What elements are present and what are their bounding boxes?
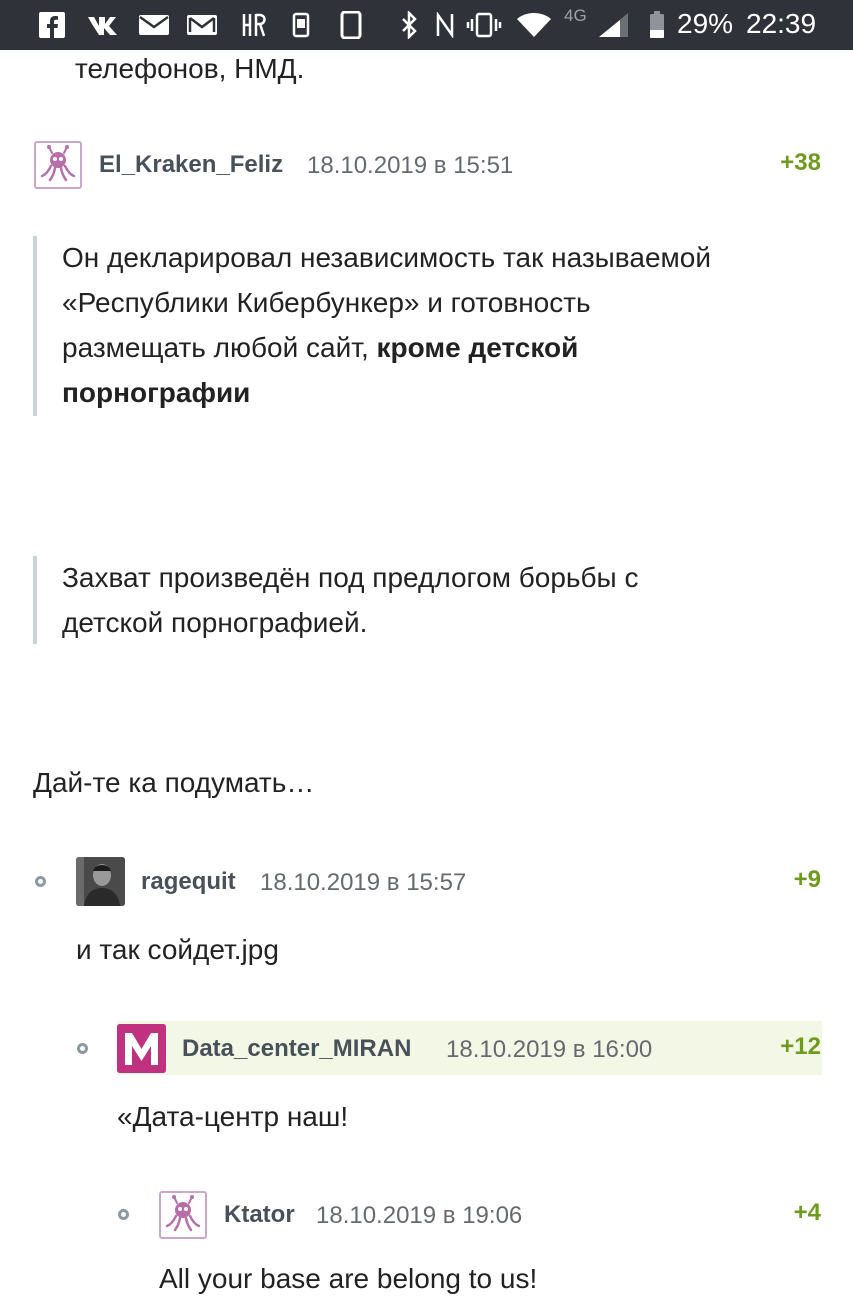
facebook-icon	[38, 12, 66, 38]
vibrate-icon	[466, 12, 502, 38]
comment-text: All your base are belong to us!	[159, 1263, 538, 1294]
comment-date[interactable]: 18.10.2019 в 19:06	[316, 1202, 522, 1230]
avatar[interactable]	[76, 857, 125, 906]
mail-icon	[138, 12, 170, 38]
battery-percent: 29%	[677, 8, 734, 39]
comment-author[interactable]: El_Kraken_Feliz	[99, 151, 283, 179]
comment-score: +38	[780, 149, 821, 176]
thread-bullet[interactable]	[35, 876, 46, 887]
comment-score: +12	[780, 1033, 821, 1060]
comment-score: +9	[793, 866, 821, 893]
vk-icon	[86, 12, 122, 38]
comment-author[interactable]: Data_center_MIRAN	[182, 1035, 411, 1063]
hp-icon	[240, 12, 266, 38]
quote-bar	[33, 236, 37, 416]
octopus-icon	[40, 145, 76, 182]
sim-icon	[290, 12, 312, 38]
thread-bullet[interactable]	[77, 1043, 88, 1054]
quote-text: Захват произведён под предлогом борьбы с…	[62, 562, 639, 638]
status-bar: 4G 29% 22:39	[0, 0, 853, 50]
previous-comment-fragment: телефонов, НМД.	[75, 53, 305, 84]
bluetooth-icon	[398, 11, 420, 39]
comment-text: Дай-те ка подумать…	[33, 767, 315, 798]
avatar[interactable]	[117, 1024, 166, 1073]
comment-date[interactable]: 18.10.2019 в 15:57	[260, 869, 466, 897]
network-label: 4G	[564, 6, 587, 25]
signal-icon	[598, 12, 630, 38]
nfc-icon	[434, 12, 456, 38]
comment-date[interactable]: 18.10.2019 в 16:00	[446, 1036, 652, 1064]
miran-logo-icon	[117, 1024, 166, 1073]
thread-bullet[interactable]	[118, 1209, 129, 1220]
user-photo-icon	[76, 857, 125, 906]
comment-text: «Дата-центр наш!	[117, 1101, 349, 1132]
wifi-icon	[516, 12, 552, 38]
comment-author[interactable]: Ktator	[224, 1201, 295, 1229]
phone-icon	[338, 11, 364, 39]
quote-bar	[33, 556, 37, 644]
avatar[interactable]	[159, 1191, 207, 1239]
comment-date[interactable]: 18.10.2019 в 15:51	[307, 152, 513, 180]
avatar[interactable]	[34, 141, 82, 189]
octopus-icon	[165, 1195, 201, 1232]
battery-icon	[648, 11, 666, 38]
comment-text: и так сойдет.jpg	[76, 934, 279, 965]
clock: 22:39	[746, 8, 817, 39]
comment-author[interactable]: ragequit	[141, 868, 236, 896]
comment-score: +4	[793, 1199, 821, 1226]
quote-text: Он декларировал независимость так называ…	[62, 235, 722, 415]
gmail-icon	[186, 12, 218, 38]
